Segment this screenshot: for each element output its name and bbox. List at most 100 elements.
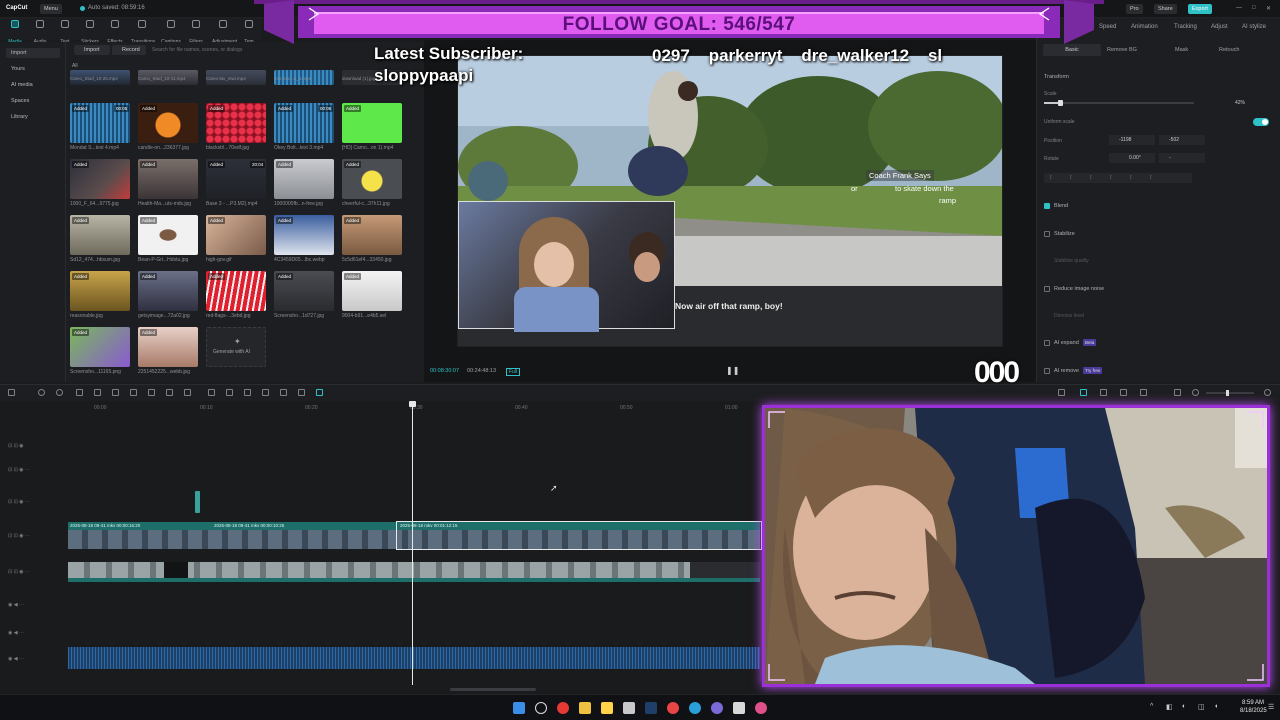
notepad-icon[interactable] — [623, 702, 635, 714]
rotate-extra[interactable]: - — [1159, 153, 1205, 163]
remove-checkbox[interactable] — [1044, 368, 1050, 374]
align-middle-icon[interactable]: ⫶ — [1130, 175, 1132, 182]
scale-value[interactable]: 42% — [1235, 100, 1245, 106]
network-icon[interactable]: ◫ — [1198, 703, 1205, 711]
subtab-retouch[interactable]: Retouch — [1219, 47, 1240, 53]
media-thumb[interactable]: Added — [274, 215, 334, 255]
discord-icon[interactable] — [711, 702, 723, 714]
pause-icon[interactable]: ❚❚ — [726, 366, 739, 375]
media-search-input[interactable]: Search for file names, scenes, or dialog… — [152, 45, 342, 55]
generate-ai-button[interactable]: Generate with AI ✦ — [206, 327, 266, 367]
ai-tool-icon[interactable] — [298, 389, 305, 396]
playhead-handle[interactable] — [409, 401, 416, 407]
pro-button[interactable]: Pro — [1126, 4, 1143, 14]
scale-slider[interactable] — [1044, 100, 1194, 106]
media-thumb[interactable]: Added — [206, 271, 266, 311]
media-thumb[interactable]: Camo_Stud_10-25.mp4 — [70, 70, 130, 85]
edge-icon[interactable] — [689, 702, 701, 714]
media-thumb[interactable]: Added — [342, 271, 402, 311]
media-thumb[interactable]: Added — [206, 103, 266, 143]
zoom-out-icon[interactable] — [1192, 389, 1199, 396]
track-controls[interactable]: ⊡ ⊡ ◉ ⋯ — [8, 569, 30, 575]
zoom-in-icon[interactable] — [1264, 389, 1271, 396]
subtab-remove-bg[interactable]: Remove BG — [1107, 47, 1137, 53]
chrome-icon[interactable] — [667, 702, 679, 714]
track-controls[interactable]: ◉ ◀ ⋯ — [8, 630, 24, 636]
sidebar-item-ai-media[interactable]: AI media — [6, 80, 60, 90]
stabilize-checkbox[interactable] — [1044, 231, 1050, 237]
media-thumb[interactable]: Added — [138, 327, 198, 367]
tray-icon[interactable]: ◧ — [1166, 703, 1173, 711]
media-thumb[interactable]: Added — [138, 271, 198, 311]
sticker-clip[interactable] — [195, 491, 200, 513]
export-button[interactable]: Export — [1188, 4, 1212, 14]
media-thumb[interactable]: Added — [342, 159, 402, 199]
opera-icon[interactable] — [557, 702, 569, 714]
file-explorer-icon[interactable] — [579, 702, 591, 714]
clock-time[interactable]: 8:59 AM — [1242, 700, 1264, 706]
playhead[interactable] — [412, 403, 413, 685]
tab-animation[interactable]: Animation — [1131, 24, 1158, 30]
search-icon[interactable] — [535, 702, 547, 714]
webcam-clip-preview[interactable] — [458, 201, 675, 332]
capcut-taskbar-icon[interactable] — [733, 702, 745, 714]
snap-icon[interactable] — [1120, 389, 1127, 396]
align-top-icon[interactable]: ⫶ — [1110, 175, 1112, 182]
media-thumb[interactable]: Added — [70, 271, 130, 311]
uniform-scale-toggle[interactable] — [1253, 118, 1269, 126]
media-thumb[interactable]: Added 00:05 — [70, 103, 130, 143]
tray-chevron-icon[interactable]: ^ — [1150, 703, 1153, 710]
media-thumb[interactable]: Added — [70, 159, 130, 199]
freeze-icon[interactable] — [166, 389, 173, 396]
auto-cut-icon[interactable] — [316, 389, 323, 396]
folder-icon[interactable] — [601, 702, 613, 714]
undo-icon[interactable] — [38, 389, 45, 396]
split-icon[interactable] — [76, 389, 83, 396]
selected-clip[interactable] — [396, 521, 762, 550]
import-button[interactable]: Import — [74, 45, 110, 55]
windows-start-icon[interactable] — [513, 702, 525, 714]
mic-icon[interactable] — [1058, 389, 1065, 396]
tab-ai-stylize[interactable]: AI stylize — [1242, 24, 1266, 30]
clock-date[interactable]: 8/18/2025 — [1240, 708, 1267, 714]
media-thumb[interactable]: Camo_Stud_10-11.mp4 — [138, 70, 198, 85]
align-right-icon[interactable]: ⫶ — [1090, 175, 1092, 182]
align-left-icon[interactable]: ⫶ — [1050, 175, 1052, 182]
track-controls[interactable]: ⊡ ⊡ ◉ ⋯ — [8, 499, 30, 505]
tab-adjust[interactable]: Adjust — [1211, 24, 1228, 30]
expand-checkbox[interactable] — [1044, 340, 1050, 346]
track-icon[interactable] — [1140, 389, 1147, 396]
split-left-icon[interactable] — [94, 389, 101, 396]
blend-checkbox[interactable] — [1044, 203, 1050, 209]
sidebar-item-library[interactable]: Library — [6, 112, 60, 122]
share-button[interactable]: Share — [1154, 4, 1177, 14]
delete-icon[interactable] — [130, 389, 137, 396]
crop-icon[interactable] — [244, 389, 251, 396]
audio-track[interactable] — [68, 647, 760, 669]
media-thumb[interactable]: Added — [342, 215, 402, 255]
quality-badge[interactable]: Full — [506, 368, 521, 376]
fit-icon[interactable] — [1174, 389, 1181, 396]
close-icon[interactable]: ✕ — [1266, 5, 1271, 12]
media-thumb[interactable]: Added — [70, 327, 130, 367]
filter-all[interactable]: All — [72, 64, 78, 69]
media-thumb[interactable]: Added — [274, 159, 334, 199]
rotate-icon[interactable] — [226, 389, 233, 396]
track-controls[interactable]: ◉ ◀ ⋯ — [8, 656, 24, 662]
notification-icon[interactable]: ☰ — [1268, 703, 1274, 711]
track-controls[interactable]: ⊡ ⊡ ◉ ⋯ — [8, 467, 30, 473]
resize-icon[interactable] — [262, 389, 269, 396]
track-controls[interactable]: ◉ ◀ ⋯ — [8, 602, 24, 608]
media-thumb[interactable]: Added 00:06 — [274, 103, 334, 143]
subtab-mask[interactable]: Mask — [1175, 47, 1188, 53]
caption-tool-icon[interactable] — [280, 389, 287, 396]
sidebar-item-import[interactable]: Import — [6, 48, 60, 58]
menu-button[interactable]: Menu — [40, 4, 62, 14]
media-thumb[interactable]: Added 20:04 — [206, 159, 266, 199]
timeline-scrollbar[interactable] — [450, 688, 536, 691]
record-button[interactable]: Record — [112, 45, 146, 55]
position-x-input[interactable]: -1198 — [1109, 135, 1155, 145]
zoom-slider[interactable] — [1206, 390, 1254, 396]
scale-slider-knob[interactable] — [1057, 100, 1063, 106]
position-y-input[interactable]: -502 — [1159, 135, 1205, 145]
